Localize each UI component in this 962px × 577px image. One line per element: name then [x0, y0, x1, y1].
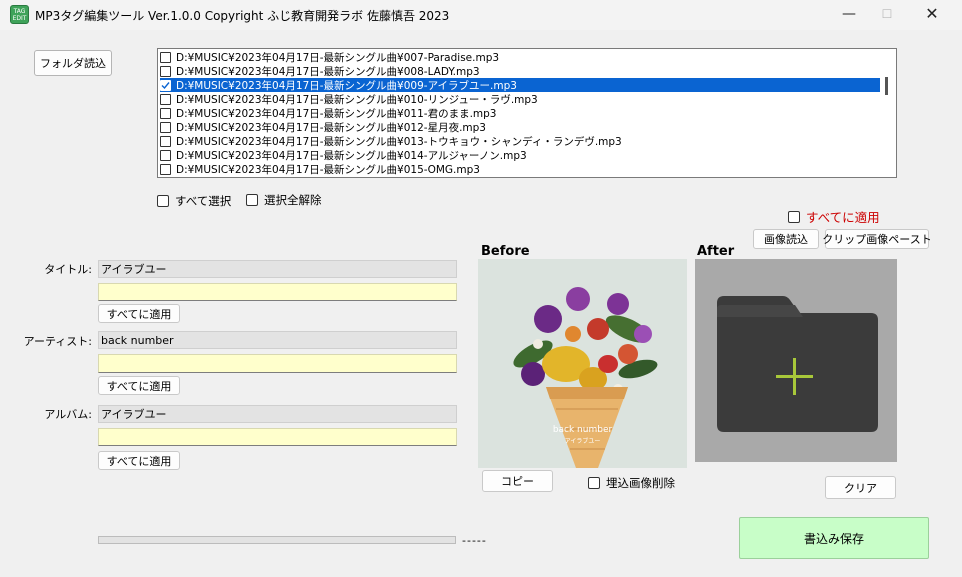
file-list-item[interactable]: D:¥MUSIC¥2023年04月17日-最新シングル曲¥014-アルジャーノン… [160, 148, 880, 162]
file-list-item[interactable]: D:¥MUSIC¥2023年04月17日-最新シングル曲¥015-OMG.mp3 [160, 162, 880, 176]
close-button[interactable]: ✕ [909, 0, 955, 30]
file-item-checkbox[interactable] [160, 107, 171, 119]
file-item-path: D:¥MUSIC¥2023年04月17日-最新シングル曲¥008-LADY.mp… [176, 65, 480, 78]
file-item-path: D:¥MUSIC¥2023年04月17日-最新シングル曲¥012-星月夜.mp3 [176, 121, 486, 134]
artist-apply-all-button[interactable]: すべてに適用 [98, 376, 180, 395]
file-item-path: D:¥MUSIC¥2023年04月17日-最新シングル曲¥013-トウキョウ・シ… [176, 135, 622, 148]
delete-embedded-image-label: 埋込画像削除 [606, 476, 675, 490]
load-image-button[interactable]: 画像読込 [753, 229, 819, 249]
cover-album-text: アイラブユー [564, 438, 601, 445]
file-item-path: D:¥MUSIC¥2023年04月17日-最新シングル曲¥014-アルジャーノン… [176, 149, 527, 162]
deselect-all-label: 選択全解除 [264, 193, 322, 207]
title-input[interactable] [98, 283, 457, 301]
select-all-checkbox[interactable]: すべて選択 [157, 193, 231, 209]
window-title: MP3タグ編集ツール Ver.1.0.0 Copyright ふじ教育開発ラボ … [35, 9, 450, 23]
select-all-label: すべて選択 [175, 194, 232, 208]
after-title: After [697, 244, 735, 259]
apply-all-image-box[interactable] [788, 210, 800, 223]
apply-all-image-label: すべてに適用 [806, 210, 880, 225]
file-item-checkbox[interactable] [160, 135, 171, 147]
file-list-item[interactable]: D:¥MUSIC¥2023年04月17日-最新シングル曲¥013-トウキョウ・シ… [160, 134, 880, 148]
file-item-checkbox[interactable] [160, 79, 171, 91]
album-apply-all-button[interactable]: すべてに適用 [98, 451, 180, 470]
file-item-path: D:¥MUSIC¥2023年04月17日-最新シングル曲¥015-OMG.mp3 [176, 163, 480, 176]
progress-bar [98, 536, 456, 544]
title-label: タイトル: [44, 263, 92, 276]
file-item-checkbox[interactable] [160, 93, 171, 105]
artist-input[interactable] [98, 354, 457, 373]
artist-current-value: back number [98, 331, 457, 349]
app-icon-text-bottom: EDIT [12, 15, 27, 22]
title-apply-all-button[interactable]: すべてに適用 [98, 304, 180, 323]
album-label: アルバム: [44, 408, 92, 421]
file-item-checkbox[interactable] [160, 163, 171, 175]
file-list-item[interactable]: D:¥MUSIC¥2023年04月17日-最新シングル曲¥010-リンジュー・ラ… [160, 92, 880, 106]
file-item-path: D:¥MUSIC¥2023年04月17日-最新シングル曲¥009-アイラブユー.… [176, 79, 517, 92]
file-list-item[interactable]: D:¥MUSIC¥2023年04月17日-最新シングル曲¥012-星月夜.mp3 [160, 120, 880, 134]
file-item-checkbox[interactable] [160, 121, 171, 133]
select-all-box[interactable] [157, 195, 169, 207]
file-item-path: D:¥MUSIC¥2023年04月17日-最新シングル曲¥007-Paradis… [176, 51, 500, 64]
paste-clipboard-image-button[interactable]: クリップ画像ペースト [822, 229, 932, 249]
save-tags-button[interactable]: 書込み保存 [739, 517, 929, 559]
file-list-item[interactable]: D:¥MUSIC¥2023年04月17日-最新シングル曲¥008-LADY.mp… [160, 64, 880, 78]
deselect-all-box[interactable] [246, 194, 258, 206]
cover-artist-text: back number [552, 425, 613, 435]
folder-add-icon [717, 296, 878, 432]
title-current-value: アイラブユー [98, 260, 457, 278]
deselect-all-checkbox[interactable]: 選択全解除 [246, 192, 322, 208]
after-image-drop-area[interactable] [695, 259, 897, 462]
copy-button[interactable]: コピー [482, 470, 553, 492]
album-current-value: アイラブユー [98, 405, 457, 423]
file-item-checkbox[interactable] [160, 65, 171, 77]
artist-label: アーティスト: [23, 335, 92, 348]
file-list-item[interactable]: D:¥MUSIC¥2023年04月17日-最新シングル曲¥007-Paradis… [160, 50, 880, 64]
delete-embedded-image-checkbox[interactable]: 埋込画像削除 [588, 475, 675, 491]
album-input[interactable] [98, 428, 457, 446]
file-list-item[interactable]: D:¥MUSIC¥2023年04月17日-最新シングル曲¥009-アイラブユー.… [160, 78, 880, 92]
apply-all-image-checkbox[interactable]: すべてに適用 [788, 207, 880, 226]
before-album-art: back number アイラブユー [478, 259, 687, 468]
file-list[interactable]: D:¥MUSIC¥2023年04月17日-最新シングル曲¥007-Paradis… [157, 48, 897, 178]
file-item-checkbox[interactable] [160, 149, 171, 161]
clear-image-button[interactable]: クリア [825, 476, 896, 499]
delete-embedded-image-box[interactable] [588, 477, 600, 489]
before-title: Before [481, 244, 530, 259]
file-item-checkbox[interactable] [160, 51, 171, 63]
app-icon: TAG EDIT [10, 5, 29, 24]
load-folder-button[interactable]: フォルダ読込 [34, 50, 112, 76]
maximize-button[interactable]: ☐ [864, 0, 910, 30]
file-list-scrollbar[interactable] [885, 77, 888, 95]
file-item-path: D:¥MUSIC¥2023年04月17日-最新シングル曲¥011-君のまま.mp… [176, 107, 497, 120]
file-item-path: D:¥MUSIC¥2023年04月17日-最新シングル曲¥010-リンジュー・ラ… [176, 93, 538, 106]
file-list-item[interactable]: D:¥MUSIC¥2023年04月17日-最新シングル曲¥011-君のまま.mp… [160, 106, 880, 120]
status-text: ----- [462, 534, 487, 547]
